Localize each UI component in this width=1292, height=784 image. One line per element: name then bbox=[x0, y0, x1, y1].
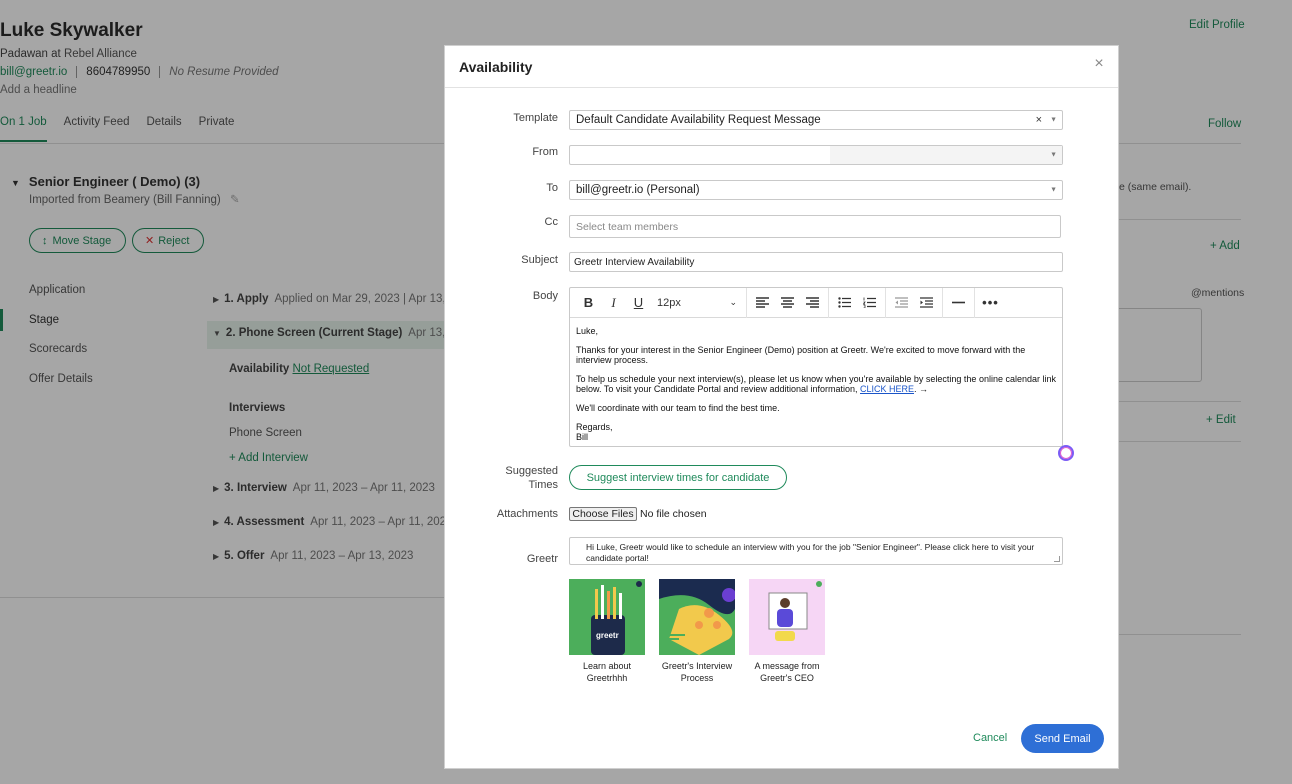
font-size-select[interactable]: 12px ⌄ bbox=[651, 297, 743, 309]
card-caption: Learn about Greetrhhh bbox=[569, 660, 645, 684]
card-caption: A message from Greetr's CEO bbox=[749, 660, 825, 684]
card-image: greetr bbox=[569, 579, 645, 655]
modal-header: Availability × bbox=[445, 46, 1118, 88]
divider bbox=[828, 287, 829, 318]
template-value: Default Candidate Availability Request M… bbox=[576, 114, 821, 126]
body-paragraph: We'll coordinate with our team to find t… bbox=[576, 403, 780, 413]
from-secondary-area bbox=[830, 146, 1062, 164]
body-text: To help us schedule your next interview(… bbox=[576, 374, 1056, 394]
card-caption: Greetr's Interview Process bbox=[659, 660, 735, 684]
cc-input[interactable]: Select team members bbox=[569, 215, 1061, 238]
caption-line: Greetr's Interview bbox=[661, 661, 733, 671]
template-label: Template bbox=[513, 112, 558, 124]
align-center-icon[interactable] bbox=[775, 292, 800, 314]
chevron-down-icon: ⌄ bbox=[729, 296, 737, 307]
divider bbox=[885, 287, 886, 318]
from-select[interactable]: ▼ bbox=[569, 145, 1063, 165]
suggested-times-label: Suggested Times bbox=[478, 464, 558, 492]
send-email-button[interactable]: Send Email bbox=[1021, 724, 1104, 753]
greetr-logo: greetr bbox=[596, 631, 619, 640]
subject-value: Greetr Interview Availability bbox=[574, 256, 695, 268]
more-icon[interactable]: ••• bbox=[978, 292, 1003, 314]
template-select[interactable]: Default Candidate Availability Request M… bbox=[569, 110, 1063, 130]
chevron-down-icon: ▼ bbox=[1050, 186, 1057, 194]
label-line: Times bbox=[528, 479, 558, 491]
editor-content[interactable]: Luke, Thanks for your interest in the Se… bbox=[570, 318, 1062, 459]
indent-icon[interactable] bbox=[914, 292, 939, 314]
caption-line: Learn about bbox=[582, 661, 632, 671]
body-paragraph: To help us schedule your next interview(… bbox=[576, 374, 1056, 394]
body-greeting: Luke, bbox=[576, 326, 599, 336]
greetr-label: Greetr bbox=[526, 553, 558, 565]
editor-toolbar: B I U 12px ⌄ ••• bbox=[570, 287, 1062, 318]
clear-icon[interactable]: × bbox=[1036, 114, 1042, 126]
body-paragraph: Thanks for your interest in the Senior E… bbox=[576, 345, 1026, 365]
horizontal-rule-icon[interactable] bbox=[946, 292, 971, 314]
subject-label: Subject bbox=[521, 254, 558, 266]
body-regards: Regards, bbox=[576, 422, 613, 432]
greetr-message-input[interactable]: Hi Luke, Greetr would like to schedule a… bbox=[569, 537, 1063, 565]
body-text: . → bbox=[914, 384, 929, 394]
align-left-icon[interactable] bbox=[750, 292, 775, 314]
font-size-value: 12px bbox=[657, 296, 681, 309]
numbered-list-icon[interactable] bbox=[857, 292, 882, 314]
divider bbox=[942, 287, 943, 318]
choose-files-button[interactable]: Choose Files bbox=[569, 507, 637, 521]
greetr-card-learn[interactable]: greetr Learn about Greetrhhh bbox=[569, 579, 645, 684]
chevron-down-icon: ▼ bbox=[1050, 151, 1057, 159]
body-editor[interactable]: B I U 12px ⌄ ••• Luke, Thanks for your i… bbox=[569, 287, 1063, 447]
cc-placeholder: Select team members bbox=[576, 220, 679, 233]
body-signature: Bill bbox=[576, 432, 589, 442]
divider bbox=[974, 287, 975, 318]
chevron-down-icon: ▼ bbox=[1050, 116, 1057, 124]
caption-line: A message from bbox=[754, 661, 820, 671]
card-image bbox=[749, 579, 825, 655]
close-icon[interactable]: × bbox=[1092, 56, 1106, 72]
suggest-times-button[interactable]: Suggest interview times for candidate bbox=[569, 465, 787, 490]
from-label: From bbox=[532, 146, 558, 158]
subject-input[interactable]: Greetr Interview Availability bbox=[569, 252, 1063, 272]
attachments-label: Attachments bbox=[496, 508, 558, 520]
italic-icon[interactable]: I bbox=[601, 292, 626, 314]
caption-line: Greetrhhh bbox=[586, 673, 628, 683]
to-value: bill@greetr.io (Personal) bbox=[576, 184, 700, 196]
modal-title: Availability bbox=[459, 59, 533, 75]
caption-line: Greetr's CEO bbox=[760, 673, 814, 683]
label-line: Suggested bbox=[505, 465, 558, 477]
candidate-portal-link[interactable]: CLICK HERE bbox=[860, 384, 914, 394]
underline-icon[interactable]: U bbox=[626, 292, 651, 314]
greetr-message-text: Hi Luke, Greetr would like to schedule a… bbox=[586, 542, 1035, 563]
bold-icon[interactable]: B bbox=[576, 292, 601, 314]
to-label: To bbox=[546, 182, 558, 194]
caption-line: Process bbox=[680, 673, 714, 683]
file-status: No file chosen bbox=[640, 508, 707, 520]
greetr-card-interview-process[interactable]: Greetr's Interview Process bbox=[659, 579, 735, 684]
bullet-list-icon[interactable] bbox=[832, 292, 857, 314]
cancel-button[interactable]: Cancel bbox=[973, 732, 1007, 744]
to-select[interactable]: bill@greetr.io (Personal) ▼ bbox=[569, 180, 1063, 200]
align-right-icon[interactable] bbox=[800, 292, 825, 314]
ai-assistant-icon[interactable] bbox=[1058, 445, 1074, 461]
body-label: Body bbox=[532, 290, 558, 302]
card-image bbox=[659, 579, 735, 655]
divider bbox=[746, 287, 747, 318]
resize-handle[interactable] bbox=[1054, 556, 1060, 562]
greetr-card-ceo-message[interactable]: A message from Greetr's CEO bbox=[749, 579, 825, 684]
availability-modal: Availability × Template Default Candidat… bbox=[444, 45, 1119, 769]
cc-label: Cc bbox=[544, 216, 558, 228]
outdent-icon[interactable] bbox=[889, 292, 914, 314]
